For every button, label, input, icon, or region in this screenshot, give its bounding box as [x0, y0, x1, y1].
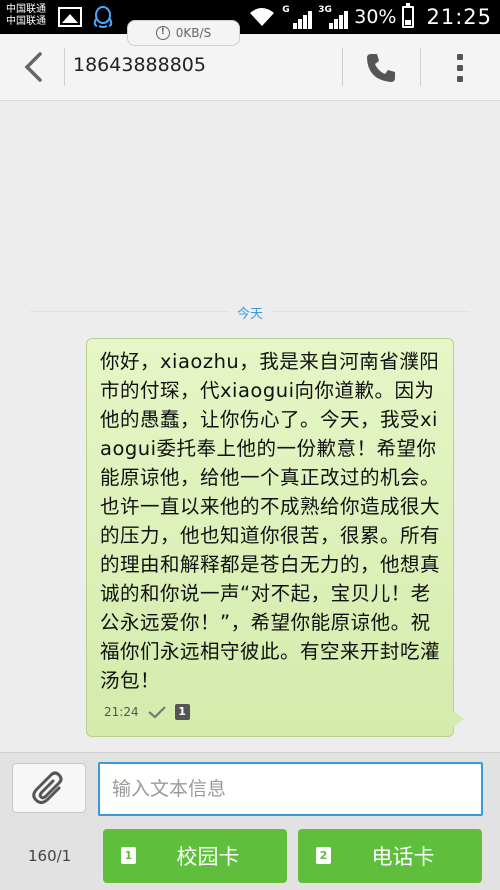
sim-badge-icon: 1: [174, 704, 190, 720]
carrier-2: 中国联通: [6, 16, 46, 27]
phone-icon: [367, 54, 395, 82]
toolbar-divider: [420, 48, 421, 86]
signal-sim1-icon: G: [282, 5, 313, 29]
paperclip-icon: [32, 771, 63, 804]
date-label: 今天: [228, 307, 271, 322]
char-counter: 160/1: [28, 847, 72, 865]
network-type-1: G: [282, 5, 290, 15]
wifi-icon: [250, 8, 275, 26]
signal-sim2-icon: 3G: [318, 5, 349, 29]
message-text: 你好，xiaozhu，我是来自河南省濮阳市的付琛，代xiaogui向你道歉。因为…: [100, 350, 441, 692]
composer: 160/1 1 校园卡 2 电话卡: [0, 752, 500, 890]
toolbar-divider: [64, 48, 65, 86]
send-sim1-button[interactable]: 1 校园卡: [103, 829, 287, 883]
send-sim1-label: 校园卡: [176, 845, 240, 869]
qq-notification-icon: [93, 6, 113, 28]
back-button[interactable]: [14, 50, 52, 84]
gallery-notification-icon: [58, 7, 82, 27]
message-bubble[interactable]: 你好，xiaozhu，我是来自河南省濮阳市的付琛，代xiaogui向你道歉。因为…: [86, 338, 454, 737]
chevron-left-icon: [24, 52, 42, 82]
call-button[interactable]: [356, 48, 406, 88]
network-speed-indicator: ! 0KB/S: [127, 20, 240, 46]
contact-number[interactable]: 18643888805: [73, 54, 206, 76]
message-meta: 21:24 1: [104, 704, 190, 720]
bubble-tail: [452, 710, 464, 728]
status-clock: 21:25: [426, 5, 492, 29]
check-icon: [147, 706, 166, 719]
info-icon: !: [155, 26, 170, 40]
send-sim2-button[interactable]: 2 电话卡: [298, 829, 482, 883]
attach-button[interactable]: [12, 763, 86, 813]
carrier-names: 中国联通 中国联通: [6, 4, 46, 28]
status-bar: 中国联通 中国联通 G 3G 30% 21:25: [0, 0, 500, 34]
message-input[interactable]: [98, 762, 483, 816]
battery-icon: [402, 3, 415, 28]
send-sim2-label: 电话卡: [371, 845, 435, 869]
toolbar-divider: [342, 48, 343, 86]
carrier-1: 中国联通: [6, 4, 46, 15]
overflow-menu-button[interactable]: [440, 48, 480, 88]
message-time: 21:24: [104, 705, 139, 719]
conversation-toolbar: 18643888805: [0, 34, 500, 101]
status-icons: G 3G 30% 21:25: [248, 3, 492, 30]
network-speed-text: 0KB/S: [175, 26, 212, 40]
battery-percent: 30%: [354, 6, 397, 28]
